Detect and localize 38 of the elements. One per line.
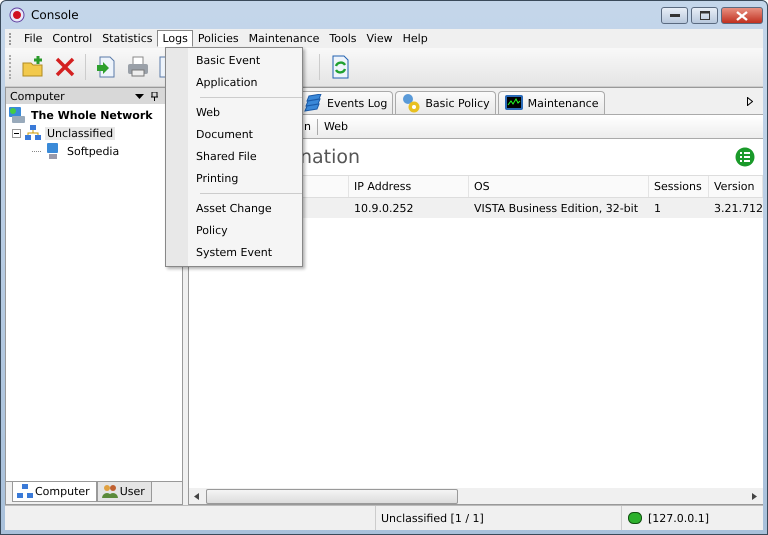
menu-item[interactable]: Document bbox=[166, 124, 302, 146]
column-header[interactable]: Sessions bbox=[649, 176, 709, 197]
panel-tab[interactable]: Computer bbox=[12, 482, 97, 502]
table-cell-text: 10.9.0.252 bbox=[353, 200, 414, 216]
table-cell-text: 1 bbox=[653, 200, 662, 216]
menu-item[interactable]: Basic Event bbox=[166, 50, 302, 72]
menu-item[interactable]: Application bbox=[166, 72, 302, 94]
menu-item[interactable]: View bbox=[362, 30, 398, 47]
column-header[interactable]: IP Address bbox=[349, 176, 469, 197]
table-cell-text: VISTA Business Edition, 32-bit bbox=[473, 200, 640, 216]
table-cell-text: 3.21.712 bbox=[713, 200, 763, 216]
menu-item[interactable]: Printing bbox=[166, 168, 302, 190]
menu-item[interactable]: Shared File bbox=[166, 146, 302, 168]
menu-item[interactable]: Asset Change bbox=[166, 198, 302, 220]
panel-tab[interactable]: User bbox=[96, 482, 152, 502]
menu-item[interactable]: Help bbox=[398, 30, 433, 47]
menu-item[interactable]: Statistics bbox=[97, 30, 158, 47]
panel-title: Computer bbox=[10, 90, 65, 102]
server-address: [127.0.0.1] bbox=[648, 512, 710, 524]
window-title: Console bbox=[31, 8, 79, 22]
tree-item[interactable]: Unclassified bbox=[45, 126, 116, 140]
menu-item[interactable]: System Event bbox=[166, 242, 302, 264]
menu-item[interactable]: Control bbox=[47, 30, 98, 47]
tree-item[interactable]: The Whole Network bbox=[29, 108, 155, 122]
sub-tab[interactable]: Web bbox=[324, 120, 348, 133]
tab[interactable]: Maintenance bbox=[498, 91, 604, 114]
column-header[interactable]: Version bbox=[709, 176, 763, 197]
menu-item[interactable]: Policy bbox=[166, 220, 302, 242]
menu-item[interactable]: Maintenance bbox=[244, 30, 324, 47]
column-header[interactable]: OS bbox=[469, 176, 649, 197]
tree-item[interactable]: Softpedia bbox=[65, 144, 122, 158]
menu-item[interactable]: Tools bbox=[324, 30, 362, 47]
tab[interactable]: Basic Policy bbox=[395, 91, 496, 114]
status-text: Unclassified [1 / 1] bbox=[375, 506, 621, 530]
menu-item[interactable]: Logs bbox=[157, 30, 193, 47]
menu-item[interactable]: File bbox=[19, 30, 48, 47]
sub-tab[interactable]: n bbox=[304, 120, 311, 133]
menu-item[interactable]: Policies bbox=[192, 30, 244, 47]
